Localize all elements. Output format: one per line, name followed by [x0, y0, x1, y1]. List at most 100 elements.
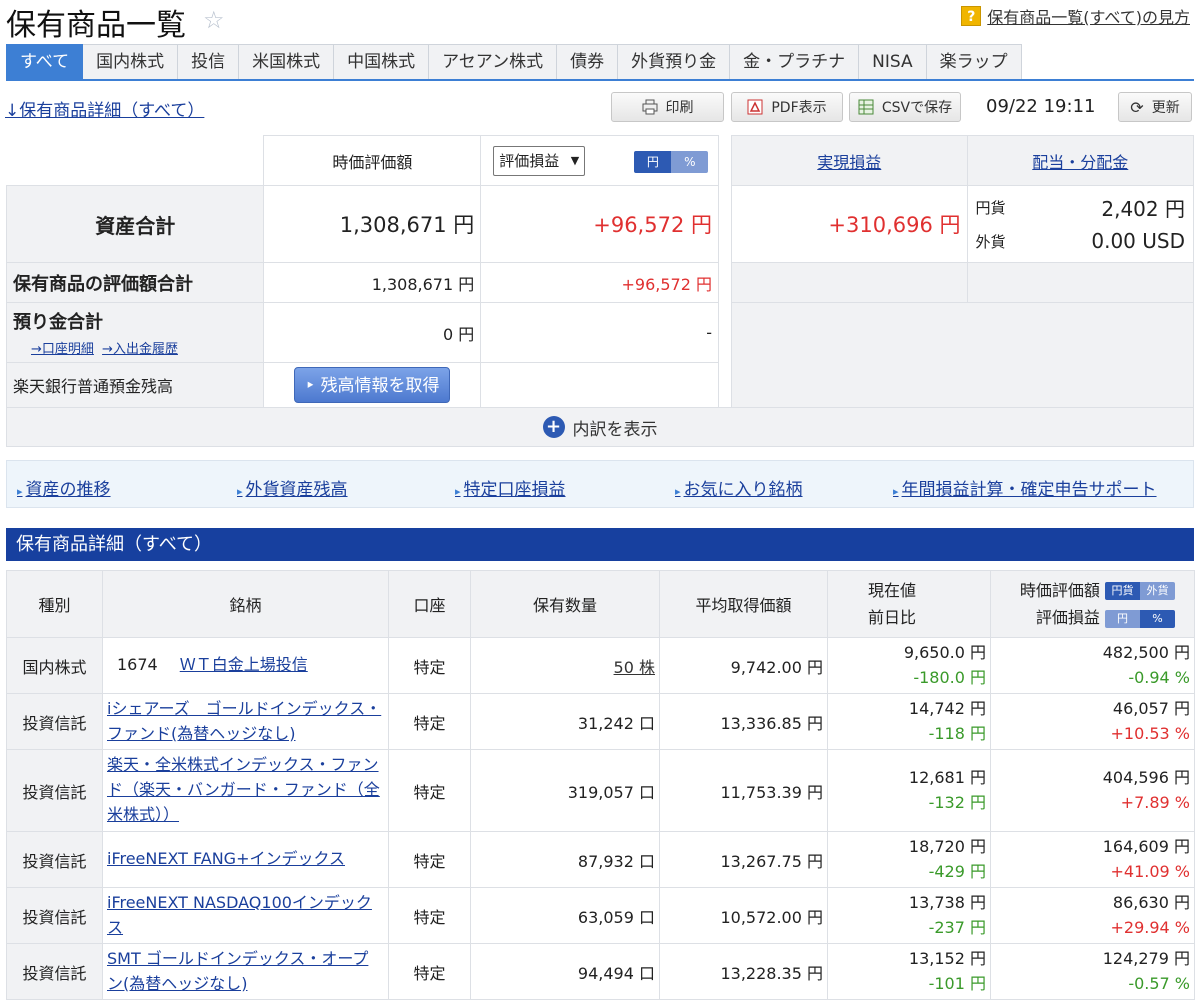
col-type: 種別 — [6, 570, 103, 638]
holding-name-link[interactable]: iシェアーズ ゴールドインデックス・ファンド(為替ヘッジなし) — [107, 699, 381, 743]
favorite-star-icon[interactable]: ☆ — [203, 6, 225, 34]
tab-10[interactable]: 楽ラップ — [926, 44, 1022, 80]
quick-links-bar: ▸ 資産の推移 ▸ 外貨資産残高 ▸ 特定口座損益 ▸ お気に入り銘柄 ▸ 年間損益計算・… — [6, 460, 1194, 508]
currency-jpy-toggle[interactable]: 円貨 — [1105, 582, 1140, 601]
holding-quantity-value: 319,057 口 — [567, 782, 655, 802]
currency-fx-toggle[interactable]: 外貨 — [1140, 582, 1175, 601]
holding-value-cell: 86,630 円 +29.94 % — [990, 887, 1195, 944]
holdings-total-value: 1,308,671 円 — [263, 262, 482, 303]
deposit-history-link[interactable]: →入出金履歴 — [102, 342, 178, 357]
dividend-jpy-value: 2,402 円 — [1101, 196, 1185, 221]
holding-price-cell: 13,738 円 -237 円 — [827, 887, 991, 944]
holding-quantity-value: 87,932 口 — [577, 851, 655, 871]
tab-6[interactable]: 債券 — [557, 44, 619, 80]
holdings-detail-link[interactable]: ↓保有商品詳細（すべて） — [5, 96, 204, 121]
holding-name-cell: 楽天・全米株式インデックス・ファンド（楽天・バンガード・ファンド（全米株式）） — [102, 749, 389, 832]
holding-average-cost: 13,336.85 円 — [659, 693, 828, 750]
fx-balance-label: 外貨資産残高 — [245, 480, 348, 500]
col-gain-label: 評価損益 — [1035, 608, 1100, 627]
show-breakdown-button[interactable]: + 内訳を表示 — [6, 407, 1194, 447]
printer-icon — [642, 99, 657, 115]
tab-4[interactable]: 中国株式 — [334, 44, 430, 80]
refresh-button[interactable]: ⟳ 更新 — [1118, 92, 1192, 122]
gain-type-select-value: 評価損益 — [499, 152, 560, 170]
holdings-total-label: 保有商品の評価額合計 — [5, 262, 265, 303]
bank-balance-button-cell: ‣ 残高情報を取得 — [263, 362, 482, 408]
holding-quantity-value: 63,059 口 — [577, 907, 655, 927]
holding-price: 9,650.0 円 — [903, 642, 986, 662]
total-assets-label: 資産合計 — [5, 185, 265, 263]
holding-name-link[interactable]: SMT ゴールドインデックス・オープン(為替ヘッジなし) — [107, 949, 368, 993]
holding-type: 投資信託 — [6, 749, 103, 832]
holding-change: -180.0 円 — [913, 667, 986, 687]
holding-market-value: 124,279 円 — [1102, 948, 1190, 968]
tab-2[interactable]: 投信 — [178, 44, 240, 80]
gain-type-select[interactable]: 評価損益 ▼ — [493, 145, 586, 176]
specific-account-gain-link[interactable]: ▸ 特定口座損益 — [455, 475, 566, 500]
favorites-link[interactable]: ▸ お気に入り銘柄 — [675, 475, 803, 500]
unit-percent-toggle[interactable]: % — [671, 150, 709, 173]
print-button[interactable]: 印刷 — [611, 92, 724, 122]
get-balance-button[interactable]: ‣ 残高情報を取得 — [294, 367, 451, 403]
holding-row: 投資信託 楽天・全米株式インデックス・ファンド（楽天・バンガード・ファンド（全米株… — [6, 749, 1195, 832]
holding-price-cell: 13,152 円 -101 円 — [827, 943, 991, 1000]
holding-quantity: 63,059 口 — [470, 887, 660, 944]
csv-label: CSVで保存 — [881, 100, 953, 116]
tab-7[interactable]: 外貨預り金 — [618, 44, 731, 80]
chevron-down-icon: ▼ — [570, 154, 580, 167]
dividend-link[interactable]: 配当・分配金 — [1032, 153, 1128, 172]
holding-average-cost: 13,267.75 円 — [659, 831, 828, 888]
arrow-right-icon: ▸ — [675, 485, 681, 498]
holding-market-value: 164,609 円 — [1102, 836, 1190, 856]
holding-change: -429 円 — [928, 861, 986, 881]
csv-button[interactable]: CSVで保存 — [849, 92, 961, 122]
col-price-label: 現在値 — [868, 580, 917, 600]
fx-balance-link[interactable]: ▸ 外貨資産残高 — [237, 475, 348, 500]
gain-unit-toggle: 円 % — [1105, 609, 1175, 628]
asset-trend-link[interactable]: ▸ 資産の推移 — [17, 475, 111, 500]
holding-gain: +10.53 % — [1110, 723, 1191, 743]
pdf-button[interactable]: PDF表示 — [731, 92, 843, 122]
holding-account: 特定 — [388, 637, 471, 694]
holding-name-link[interactable]: ＷＴ白金上場投信 — [180, 655, 308, 674]
tab-9[interactable]: NISA — [859, 44, 927, 80]
realized-gain-link[interactable]: 実現損益 — [817, 153, 881, 172]
pdf-icon — [747, 99, 763, 115]
dividend-fx-label: 外貨 — [975, 232, 1006, 251]
holding-name-link[interactable]: iFreeNEXT NASDAQ100インデックス — [107, 893, 372, 937]
help-link[interactable]: 保有商品一覧(すべて)の見方 — [987, 4, 1190, 28]
tab-3[interactable]: 米国株式 — [239, 44, 335, 80]
holding-change: -101 円 — [928, 973, 986, 993]
tab-8[interactable]: 金・プラチナ — [730, 44, 860, 80]
asset-summary: 時価評価額 評価損益 ▼ 円 % 資産合計 1,308,671 円 +96,57… — [5, 135, 719, 408]
holding-gain: +7.89 % — [1120, 792, 1190, 812]
tab-0[interactable]: すべて — [6, 44, 84, 80]
summary-unit-toggle: 円 % — [634, 150, 709, 173]
tab-1[interactable]: 国内株式 — [83, 44, 179, 80]
holding-name-link[interactable]: 楽天・全米株式インデックス・ファンド（楽天・バンガード・ファンド（全米株式）） — [107, 755, 380, 824]
gain-percent-toggle[interactable]: % — [1140, 609, 1175, 628]
bank-balance-empty — [480, 362, 719, 408]
holding-name-cell: iFreeNEXT NASDAQ100インデックス — [102, 887, 389, 944]
help-link-area[interactable]: ? 保有商品一覧(すべて)の見方 — [961, 4, 1190, 28]
unit-yen-toggle[interactable]: 円 — [634, 150, 672, 173]
total-assets-value: 1,308,671 円 — [263, 185, 482, 263]
holding-account: 特定 — [388, 831, 471, 888]
tax-support-link[interactable]: ▸ 年間損益計算・確定申告サポート — [893, 475, 1157, 500]
get-balance-label: 残高情報を取得 — [320, 376, 440, 396]
gain-yen-toggle[interactable]: 円 — [1105, 609, 1140, 628]
tab-5[interactable]: アセアン株式 — [429, 44, 558, 80]
holding-market-value: 86,630 円 — [1112, 892, 1190, 912]
holding-gain: +29.94 % — [1110, 917, 1191, 937]
market-value-header: 時価評価額 — [263, 135, 482, 186]
holding-value-cell: 482,500 円 -0.94 % — [990, 637, 1195, 694]
holding-row: 国内株式 1674 ＷＴ白金上場投信 特定 50 株 9,742.00 円 9,650.0 … — [6, 637, 1195, 694]
holding-market-value: 482,500 円 — [1102, 642, 1190, 662]
account-detail-link[interactable]: →口座明細 — [31, 342, 94, 357]
income-summary: 実現損益 配当・分配金 +310,696 円 円貨 2,402 円 外貨 0.0… — [731, 135, 1195, 408]
holding-price: 12,681 円 — [908, 767, 986, 787]
holding-gain: -0.57 % — [1128, 973, 1190, 993]
holding-quantity-link[interactable]: 50 株 — [614, 658, 655, 677]
holding-name-link[interactable]: iFreeNEXT FANG+インデックス — [107, 849, 345, 868]
dividend-fx-value: 0.00 USD — [1091, 229, 1185, 253]
